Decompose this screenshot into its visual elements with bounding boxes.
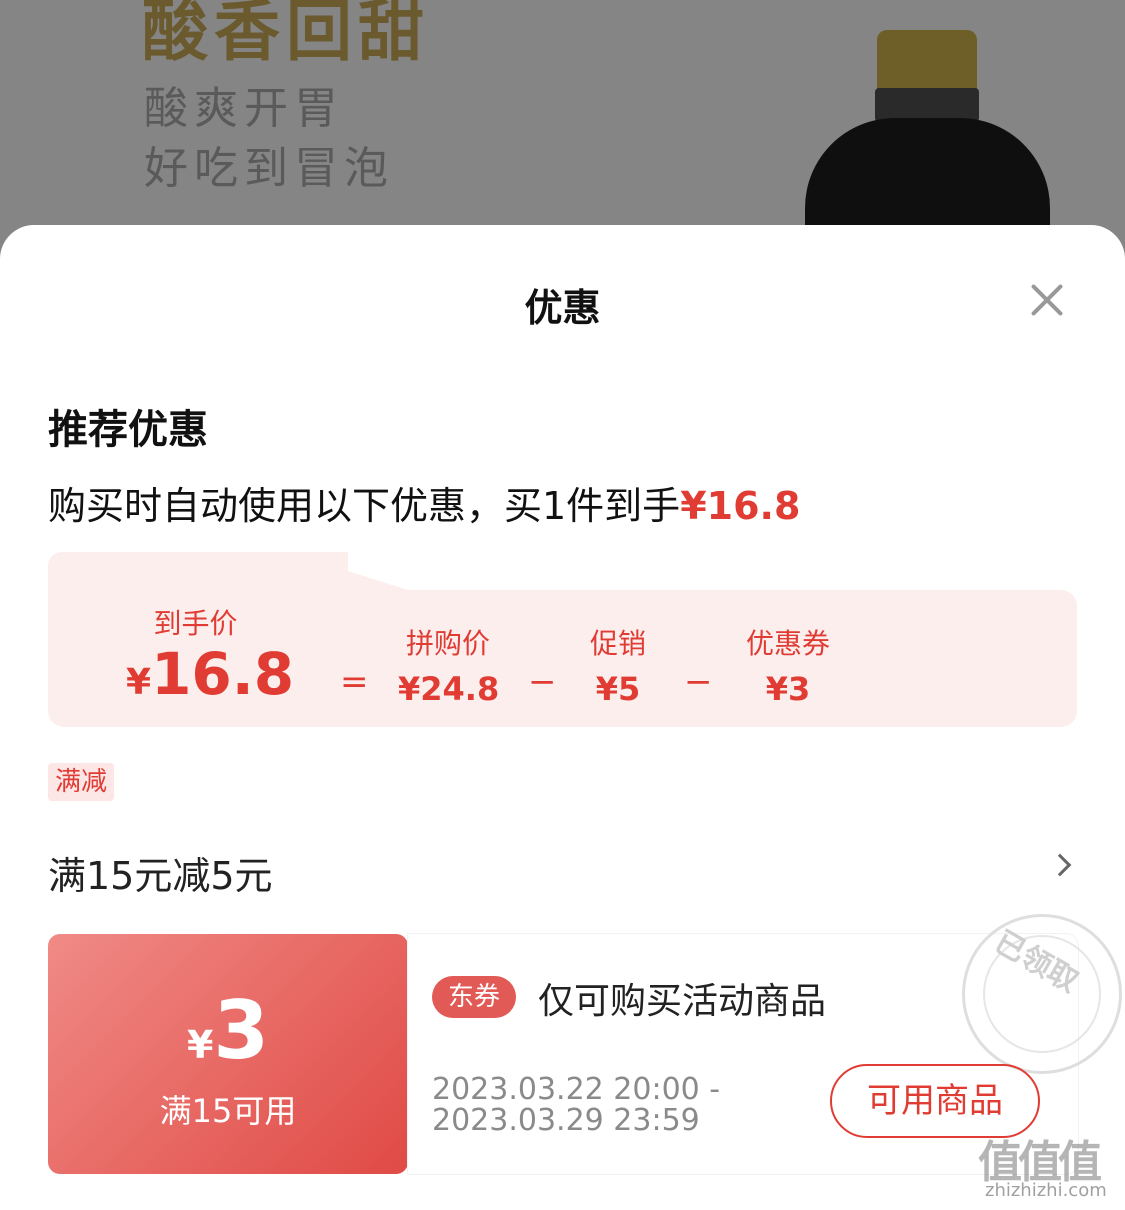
product-banner-line1: 酸爽开胃 (144, 83, 344, 134)
summary-price: ¥16.8 (680, 484, 801, 528)
bottle-neck (875, 88, 979, 122)
coupon-col: 优惠券 ¥3 (738, 622, 838, 708)
coupon-card: ¥3 满15可用 已领取 东券 仅可购买活动商品 2023.03.22 20:0… (48, 914, 1122, 1174)
final-price-value: ¥16.8 (126, 640, 294, 708)
coupon-label: 优惠券 (745, 627, 830, 660)
group-price-col: 拼购价 ¥24.8 (398, 622, 500, 708)
final-price-label: 到手价 (153, 607, 238, 640)
sheet-title: 优惠 (524, 286, 601, 330)
promo-row[interactable]: 满15元减5元 (48, 835, 1078, 905)
coupon-type-badge: 东券 (432, 976, 517, 1018)
minus-sign: − (684, 662, 713, 702)
promo-col: 促销 ¥5 (578, 622, 658, 708)
summary-text: 购买时自动使用以下优惠，买1件到手 (48, 484, 681, 528)
watermark-url: zhizhizhi.com (985, 1180, 1107, 1201)
card-tab-slope (288, 552, 408, 590)
product-banner-line2: 好吃到冒泡 (144, 143, 394, 194)
group-price-label: 拼购价 (405, 627, 490, 660)
minus-sign: − (528, 662, 557, 702)
promo-label: 促销 (589, 627, 646, 660)
final-price-number: 16.8 (151, 640, 295, 708)
recommend-title: 推荐优惠 (48, 407, 208, 453)
coupon-yen: ¥ (186, 1023, 214, 1067)
recommend-summary: 购买时自动使用以下优惠，买1件到手¥16.8 (48, 475, 800, 530)
equals-sign: = (340, 662, 369, 702)
product-background: 酸香回甜 酸爽开胃 好吃到冒泡 (0, 0, 1125, 260)
promo-value: ¥5 (595, 670, 641, 708)
final-price-yen: ¥ (126, 662, 152, 703)
price-breakdown-card: 到手价 ¥16.8 = 拼购价 ¥24.8 − 促销 ¥5 − 优惠券 ¥3 (48, 552, 1077, 727)
claimed-stamp: 已领取 (962, 914, 1122, 1074)
chevron-right-icon (1048, 853, 1072, 877)
coupon-date-start: 2023.03.22 20:00 - (432, 1072, 721, 1107)
bottle-cap (877, 30, 977, 92)
coupon-validity: 2023.03.22 20:00 - 2023.03.29 23:59 (432, 1074, 720, 1136)
discount-sheet: 优惠 推荐优惠 购买时自动使用以下优惠，买1件到手¥16.8 到手价 ¥16.8… (0, 225, 1125, 1210)
promo-tag: 满减 (48, 763, 115, 801)
promo-text: 满15元减5元 (48, 854, 273, 898)
coupon-date-end: 2023.03.29 23:59 (432, 1103, 700, 1138)
group-price-value: ¥24.8 (398, 670, 500, 708)
product-banner-title: 酸香回甜 (142, 0, 430, 70)
coupon-value-panel: ¥3 满15可用 (48, 934, 408, 1174)
coupon-condition: 满15可用 (159, 1092, 297, 1130)
coupon-amount: ¥3 (48, 984, 408, 1077)
coupon-value: ¥3 (765, 670, 811, 708)
coupon-description: 仅可购买活动商品 (538, 981, 827, 1022)
coupon-amount-number: 3 (213, 984, 270, 1077)
close-icon[interactable] (1024, 277, 1070, 323)
